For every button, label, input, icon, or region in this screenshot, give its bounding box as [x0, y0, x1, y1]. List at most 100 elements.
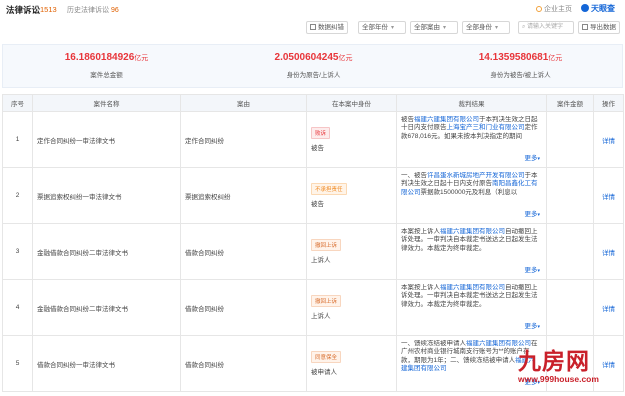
case-cause: 借款合同纠纷 — [180, 335, 307, 392]
chevron-down-icon: ▾ — [537, 323, 540, 330]
cause-filter-select[interactable]: 全部案由 ▾ — [410, 21, 458, 34]
case-count: 1513 — [40, 5, 57, 14]
table-row: 4 金融借款合同纠纷二审法律文书 借款合同纠纷 撤回上诉 上诉人 本案按上诉人福建六建集团… — [2, 279, 624, 336]
row-number: 4 — [2, 279, 33, 336]
col-header-cause: 案由 — [180, 94, 307, 112]
more-link[interactable]: 更多▾ — [522, 154, 540, 164]
verdict-badge: 撤回上诉 — [311, 239, 342, 251]
export-button[interactable]: 导出数据 — [578, 21, 620, 34]
search-input[interactable]: ⌕ 请输入关键字 — [518, 21, 574, 34]
chevron-down-icon: ▾ — [537, 379, 540, 386]
detail-link[interactable]: 详情 — [602, 194, 615, 201]
case-amount — [546, 223, 594, 280]
party-link[interactable]: 福建六建集团有限公司 — [466, 340, 531, 347]
case-amount — [546, 279, 594, 336]
case-role: 上诉人 — [311, 257, 331, 264]
case-role: 被申请人 — [311, 369, 337, 376]
detail-cell: 详情 — [593, 279, 624, 336]
data-correction-label[interactable]: 数据纠错 — [318, 24, 344, 31]
section-title: 法律诉讼 — [6, 5, 41, 15]
case-role: 被告 — [311, 201, 324, 208]
col-header-result: 裁判结果 — [396, 94, 547, 112]
chevron-down-icon: ▾ — [537, 211, 540, 218]
detail-link[interactable]: 详情 — [602, 138, 615, 145]
case-role: 上诉人 — [311, 313, 331, 320]
case-name-link[interactable]: 定作合同纠纷一审法律文书 — [32, 111, 181, 168]
row-number: 5 — [2, 335, 33, 392]
detail-link[interactable]: 详情 — [602, 306, 615, 313]
col-header-action: 操作 — [593, 94, 624, 112]
more-link[interactable]: 更多▾ — [522, 378, 540, 388]
case-amount — [546, 335, 594, 392]
role-cell: 同意保全 被申请人 — [306, 335, 397, 392]
year-filter-label[interactable]: 全部年份 — [362, 24, 388, 31]
case-name-link[interactable]: 借款合同纠纷一审法律文书 — [32, 335, 181, 392]
more-label[interactable]: 更多 — [524, 379, 537, 386]
verdict-badge: 败诉 — [311, 127, 331, 139]
detail-cell: 详情 — [593, 223, 624, 280]
verdict-badge: 不承担责任 — [311, 183, 347, 195]
home-icon — [536, 6, 542, 12]
more-label[interactable]: 更多 — [524, 211, 537, 218]
verdict-badge: 同意保全 — [311, 351, 342, 363]
more-label[interactable]: 更多 — [524, 323, 537, 330]
detail-cell: 详情 — [593, 335, 624, 392]
party-link[interactable]: 上海宝产三和门业有限公司 — [447, 124, 525, 131]
row-number: 1 — [2, 111, 33, 168]
data-correction-button[interactable]: 数据纠错 — [306, 21, 348, 34]
verdict-badge: 撤回上诉 — [311, 295, 342, 307]
result-cell: 被告福建六建集团有限公司于本判决生效之日起十日内支付原告上海宝产三和门业有限公司… — [396, 111, 547, 168]
case-name-link[interactable]: 票据追索权纠纷一审法律文书 — [32, 167, 181, 224]
search-placeholder[interactable]: 请输入关键字 — [527, 24, 563, 30]
more-link[interactable]: 更多▾ — [522, 210, 540, 220]
year-filter-select[interactable]: 全部年份 ▾ — [358, 21, 406, 34]
stat-defendant-amount: 14.1359580681亿元 身份为被告/被上诉人 — [417, 52, 624, 79]
more-link[interactable]: 更多▾ — [522, 322, 540, 332]
case-amount — [546, 167, 594, 224]
detail-link[interactable]: 详情 — [602, 362, 615, 369]
result-text: 票据款1500000元及利息（利息以 — [420, 188, 518, 196]
role-filter-select[interactable]: 全部身份 ▾ — [462, 21, 510, 34]
enterprise-homepage-link[interactable]: 企业主页 — [536, 4, 572, 14]
case-name-link[interactable]: 金融借款合同纠纷二审法律文书 — [32, 223, 181, 280]
history-label[interactable]: 历史法律诉讼 — [67, 7, 109, 14]
stat-unit: 亿元 — [548, 55, 563, 62]
role-filter-label[interactable]: 全部身份 — [466, 24, 492, 31]
role-cell: 撤回上诉 上诉人 — [306, 223, 397, 280]
history-count[interactable]: 96 — [111, 7, 119, 14]
chevron-down-icon: ▾ — [495, 25, 499, 31]
detail-cell: 详情 — [593, 111, 624, 168]
chevron-down-icon: ▾ — [537, 155, 540, 162]
result-text: 被告 — [401, 115, 414, 123]
detail-link[interactable]: 详情 — [602, 250, 615, 257]
cause-filter-label[interactable]: 全部案由 — [414, 24, 440, 31]
party-link[interactable]: 福建六建集团有限公司 — [440, 228, 505, 235]
result-text: 本案按上诉人 — [401, 227, 440, 235]
row-number: 3 — [2, 223, 33, 280]
chevron-down-icon: ▾ — [391, 25, 395, 31]
case-cause: 票据追索权纠纷 — [180, 167, 307, 224]
party-link[interactable]: 许昌蛋水新城房地产开发有限公司 — [427, 172, 525, 179]
col-header-amount: 案件金额 — [546, 94, 594, 112]
stat-label: 身份为原告/上诉人 — [286, 72, 341, 79]
result-cell: 本案按上诉人福建六建集团有限公司自动撤回上诉处理。一审判决自本裁定书送达之日起发… — [396, 223, 547, 280]
stats-panel: 16.1860184926亿元 案件总金额 2.0500604245亿元 身份为… — [2, 44, 623, 88]
stat-value: 14.1359580681 — [478, 52, 549, 63]
case-role: 被告 — [311, 145, 324, 152]
more-label[interactable]: 更多 — [524, 155, 537, 162]
result-text: 一、被告 — [401, 171, 427, 179]
more-label[interactable]: 更多 — [524, 267, 537, 274]
stat-label: 身份为被告/被上诉人 — [490, 72, 551, 79]
enterprise-label[interactable]: 企业主页 — [544, 6, 572, 13]
col-header-role: 在本案中身份 — [306, 94, 397, 112]
party-link[interactable]: 福建六建集团有限公司 — [440, 284, 505, 291]
party-link[interactable]: 福建六建集团有限公司 — [414, 116, 479, 123]
stat-plaintiff-amount: 2.0500604245亿元 身份为原告/上诉人 — [210, 52, 417, 79]
history-link[interactable]: 历史法律诉讼 96 — [67, 5, 119, 15]
export-label[interactable]: 导出数据 — [590, 24, 616, 31]
more-link[interactable]: 更多▾ — [522, 266, 540, 276]
col-header-no: 序号 — [2, 94, 33, 112]
detail-cell: 详情 — [593, 167, 624, 224]
stat-value: 16.1860184926 — [64, 52, 135, 63]
case-name-link[interactable]: 金融借款合同纠纷二审法律文书 — [32, 279, 181, 336]
